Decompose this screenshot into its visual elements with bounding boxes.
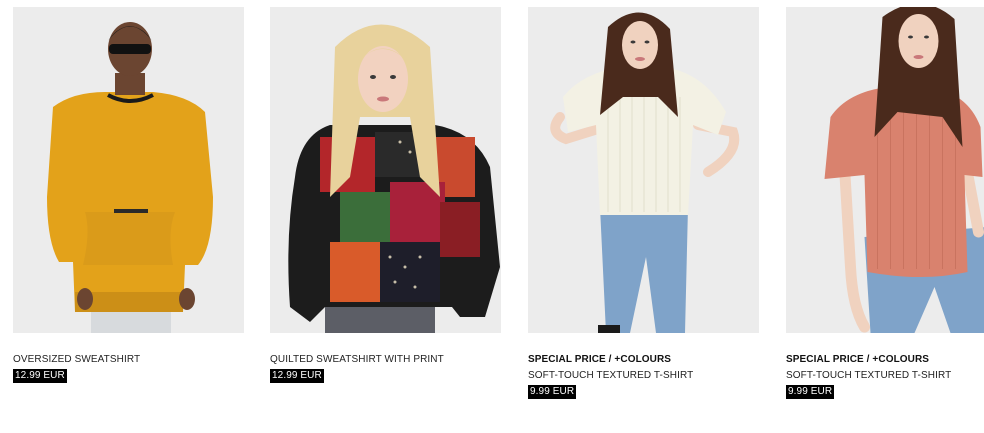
product-card-oversized-sweatshirt[interactable]: OVERSIZED SWEATSHIRT 12.99 EUR (13, 7, 244, 384)
product-grid: OVERSIZED SWEATSHIRT 12.99 EUR QUILTED S… (0, 0, 984, 433)
product-image-quilted-sweatshirt[interactable] (270, 7, 501, 333)
product-image-oversized-sweatshirt[interactable] (13, 7, 244, 333)
product-info: SPECIAL PRICE / +COLOURS SOFT-TOUCH TEXT… (786, 352, 984, 400)
product-info: QUILTED SWEATSHIRT WITH PRINT 12.99 EUR (270, 352, 501, 384)
product-image-soft-touch-tshirt-coral[interactable] (786, 7, 984, 333)
product-name-link[interactable]: SOFT-TOUCH TEXTURED T-SHIRT (528, 368, 759, 384)
product-promo-label: SPECIAL PRICE / +COLOURS (786, 354, 930, 365)
product-name-link[interactable]: OVERSIZED SWEATSHIRT (13, 352, 244, 368)
product-price-badge: 12.99 EUR (13, 369, 67, 383)
product-photo-illustration (13, 7, 244, 333)
product-photo-illustration (528, 7, 759, 333)
product-price-badge: 9.99 EUR (786, 385, 835, 399)
product-image-soft-touch-tshirt-cream[interactable] (528, 7, 759, 333)
product-info: OVERSIZED SWEATSHIRT 12.99 EUR (13, 352, 244, 384)
product-info: SPECIAL PRICE / +COLOURS SOFT-TOUCH TEXT… (528, 352, 759, 400)
product-name-link[interactable]: QUILTED SWEATSHIRT WITH PRINT (270, 352, 501, 368)
product-name-link[interactable]: SOFT-TOUCH TEXTURED T-SHIRT (786, 368, 984, 384)
product-photo-illustration (802, 7, 984, 333)
product-card-quilted-sweatshirt[interactable]: QUILTED SWEATSHIRT WITH PRINT 12.99 EUR (270, 7, 501, 384)
product-card-soft-touch-tshirt-cream[interactable]: SPECIAL PRICE / +COLOURS SOFT-TOUCH TEXT… (528, 7, 759, 400)
product-photo-illustration (270, 7, 501, 333)
product-price-badge: 9.99 EUR (528, 385, 577, 399)
product-price-badge: 12.99 EUR (270, 369, 324, 383)
product-card-soft-touch-tshirt-coral[interactable]: SPECIAL PRICE / +COLOURS SOFT-TOUCH TEXT… (786, 7, 984, 400)
product-promo-label: SPECIAL PRICE / +COLOURS (528, 354, 672, 365)
